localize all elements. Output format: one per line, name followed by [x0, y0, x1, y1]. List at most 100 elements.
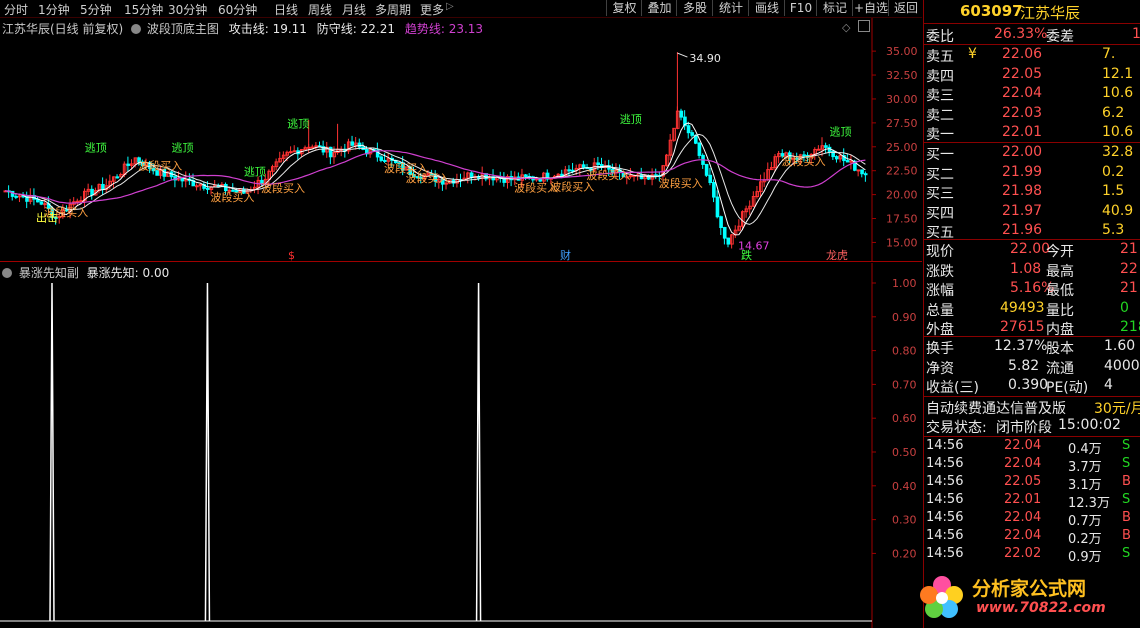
period-tab-10[interactable]: 更多 — [420, 1, 444, 18]
sub-indicator-chart[interactable]: 暴涨先知副 暴涨先知: 0.00 1.00 0.90 0.80 0.70 0.60 0.5… — [0, 263, 922, 628]
stat-row: 涨幅 5.16% 最低 21 — [924, 280, 1140, 299]
ask-price: 22.03 — [1002, 104, 1043, 121]
tick-price: 22.01 — [1004, 492, 1042, 507]
candle-body — [596, 162, 600, 166]
candle-body — [115, 176, 120, 179]
ask-price: 22.05 — [1002, 65, 1043, 82]
period-tab-2[interactable]: 5分钟 — [80, 1, 112, 18]
tick-time: 14:56 — [926, 474, 964, 489]
tick-time: 14:56 — [926, 456, 964, 471]
promo-text[interactable]: 自动续费通达信普及版 — [926, 398, 1066, 418]
tick-time: 14:56 — [926, 510, 964, 525]
quote-header: 603097 江苏华辰 — [924, 2, 1140, 22]
toolbar-button-4[interactable]: 画线 — [748, 0, 785, 16]
buy-signal-label: 波段买入 — [210, 190, 254, 204]
toolbar-button-1[interactable]: 叠加 — [641, 0, 677, 16]
stat-label: 涨跌 — [926, 263, 954, 280]
period-tab-1[interactable]: 1分钟 — [38, 1, 70, 18]
period-tab-5[interactable]: 60分钟 — [218, 1, 257, 18]
bid-label: 买三 — [926, 186, 954, 202]
sub-y-tick-label: 0.90 — [892, 311, 917, 324]
status-time: 15:00:02 — [1058, 417, 1121, 433]
promo-price[interactable]: 30元/月 — [1094, 398, 1140, 418]
ask-label: 卖四 — [926, 68, 954, 85]
bid-volume: 1.5 — [1102, 183, 1125, 199]
ask-volume: 6.2 — [1102, 104, 1125, 121]
tick-time: 14:56 — [926, 492, 964, 507]
period-tab-3[interactable]: 15分钟 — [124, 1, 163, 18]
tick-side: S — [1122, 456, 1131, 471]
candle-body — [560, 173, 564, 177]
high-price-marker: 34.90 — [689, 52, 721, 65]
toolbar-button-0[interactable]: 复权 — [606, 0, 642, 16]
toolbar-button-3[interactable]: 统计 — [712, 0, 749, 16]
ask-label: 卖五 — [926, 49, 954, 65]
stat2-label: 换手 — [926, 341, 954, 357]
toolbar-button-2[interactable]: 多股 — [676, 0, 713, 16]
sub-plot[interactable]: 1.00 0.90 0.80 0.70 0.60 0.50 0.40 0.30 0.20 — [0, 263, 922, 628]
sub-y-tick-label: 0.30 — [892, 514, 917, 527]
bid-price: 21.99 — [1002, 163, 1043, 180]
tick-side: S — [1122, 438, 1131, 453]
more-arrow-icon[interactable]: ▷ — [446, 1, 454, 12]
stat-value-2: 22 — [1120, 260, 1138, 277]
ask-marker: ¥ — [968, 46, 977, 62]
weicha-value: 1 — [1132, 26, 1140, 42]
bid-row: 买一 22.00 32.8 — [924, 144, 1140, 163]
surge-signal-spike — [49, 282, 55, 622]
bid-price: 21.98 — [1002, 183, 1043, 199]
bid-row: 买二 21.99 0.2 — [924, 164, 1140, 183]
buy-signal-label: 波段买入 — [782, 154, 826, 168]
buy-signal-label: 波段买入 — [261, 181, 305, 195]
candle-body — [567, 169, 572, 172]
candle-body — [79, 200, 84, 203]
candle-body — [824, 145, 828, 148]
promo-row[interactable]: 自动续费通达信普及版 30元/月 — [924, 398, 1140, 417]
candle-body — [712, 181, 716, 198]
tick-price: 22.04 — [1004, 438, 1042, 453]
stat2-row: 净资 5.82 流通 4000 — [924, 358, 1140, 377]
buy-signal-label: 波段买入 — [138, 159, 182, 173]
tick-price: 22.04 — [1004, 528, 1042, 543]
ask-row: 卖二 22.03 6.2 — [924, 105, 1140, 124]
watermark: 分析家公式网 www.70822.com — [914, 566, 1140, 628]
period-tab-9[interactable]: 多周期 — [375, 1, 411, 18]
period-tab-4[interactable]: 30分钟 — [168, 1, 207, 18]
candle-body — [816, 148, 821, 151]
period-tab-7[interactable]: 周线 — [308, 1, 332, 18]
toolbar-button-5[interactable]: F10 — [784, 0, 817, 16]
ask-label: 卖三 — [926, 88, 954, 104]
candle-body — [860, 169, 864, 175]
bid-label: 买四 — [926, 205, 954, 222]
tick-side: S — [1122, 546, 1131, 561]
toolbar-button-6[interactable]: 标记 — [816, 0, 853, 16]
tick-volume: 3.7万 — [1068, 460, 1102, 475]
top-signal-label: 逃顶 — [172, 142, 194, 155]
toolbar-button-8[interactable]: 返回 — [888, 0, 923, 16]
weicha-label: 委差 — [1046, 29, 1074, 45]
buy-signal-label: 波段买入 — [659, 176, 703, 190]
stat2-label: 净资 — [926, 360, 954, 377]
event-marker: $ — [288, 249, 295, 262]
tick-price: 22.02 — [1004, 546, 1042, 561]
period-tab-8[interactable]: 月线 — [342, 1, 366, 18]
candle-body — [43, 203, 47, 206]
candle-body — [863, 173, 868, 176]
sub-y-tick-label: 0.60 — [892, 412, 917, 425]
period-tab-6[interactable]: 日线 — [274, 1, 298, 18]
bid-price: 21.96 — [1002, 222, 1043, 238]
ask-row: 卖四 22.05 12.1 — [924, 66, 1140, 85]
toolbar-button-7[interactable]: +自选 — [852, 0, 889, 16]
y-tick-label: 30.00 — [886, 93, 918, 106]
stat2-row: 收益(三) 0.390 PE(动) 4 — [924, 377, 1140, 396]
kline-plot[interactable]: 35.00 32.50 30.00 27.50 25.00 22.50 20.00 17.50… — [0, 18, 922, 262]
stat-row: 现价 22.00 今开 21 — [924, 241, 1140, 260]
stat-label: 涨幅 — [926, 283, 954, 299]
weibi-label: 委比 — [926, 29, 954, 45]
main-kline-chart[interactable]: 江苏华辰(日线 前复权) 波段顶底主图 攻击线: 19.11 防守线: 22.2… — [0, 18, 922, 262]
status-label: 交易状态: — [926, 420, 987, 436]
period-tab-0[interactable]: 分时 — [4, 1, 28, 18]
sub-y-tick-label: 0.50 — [892, 446, 917, 459]
stat2-value-2: 4 — [1104, 377, 1113, 393]
candle-body — [715, 196, 720, 218]
